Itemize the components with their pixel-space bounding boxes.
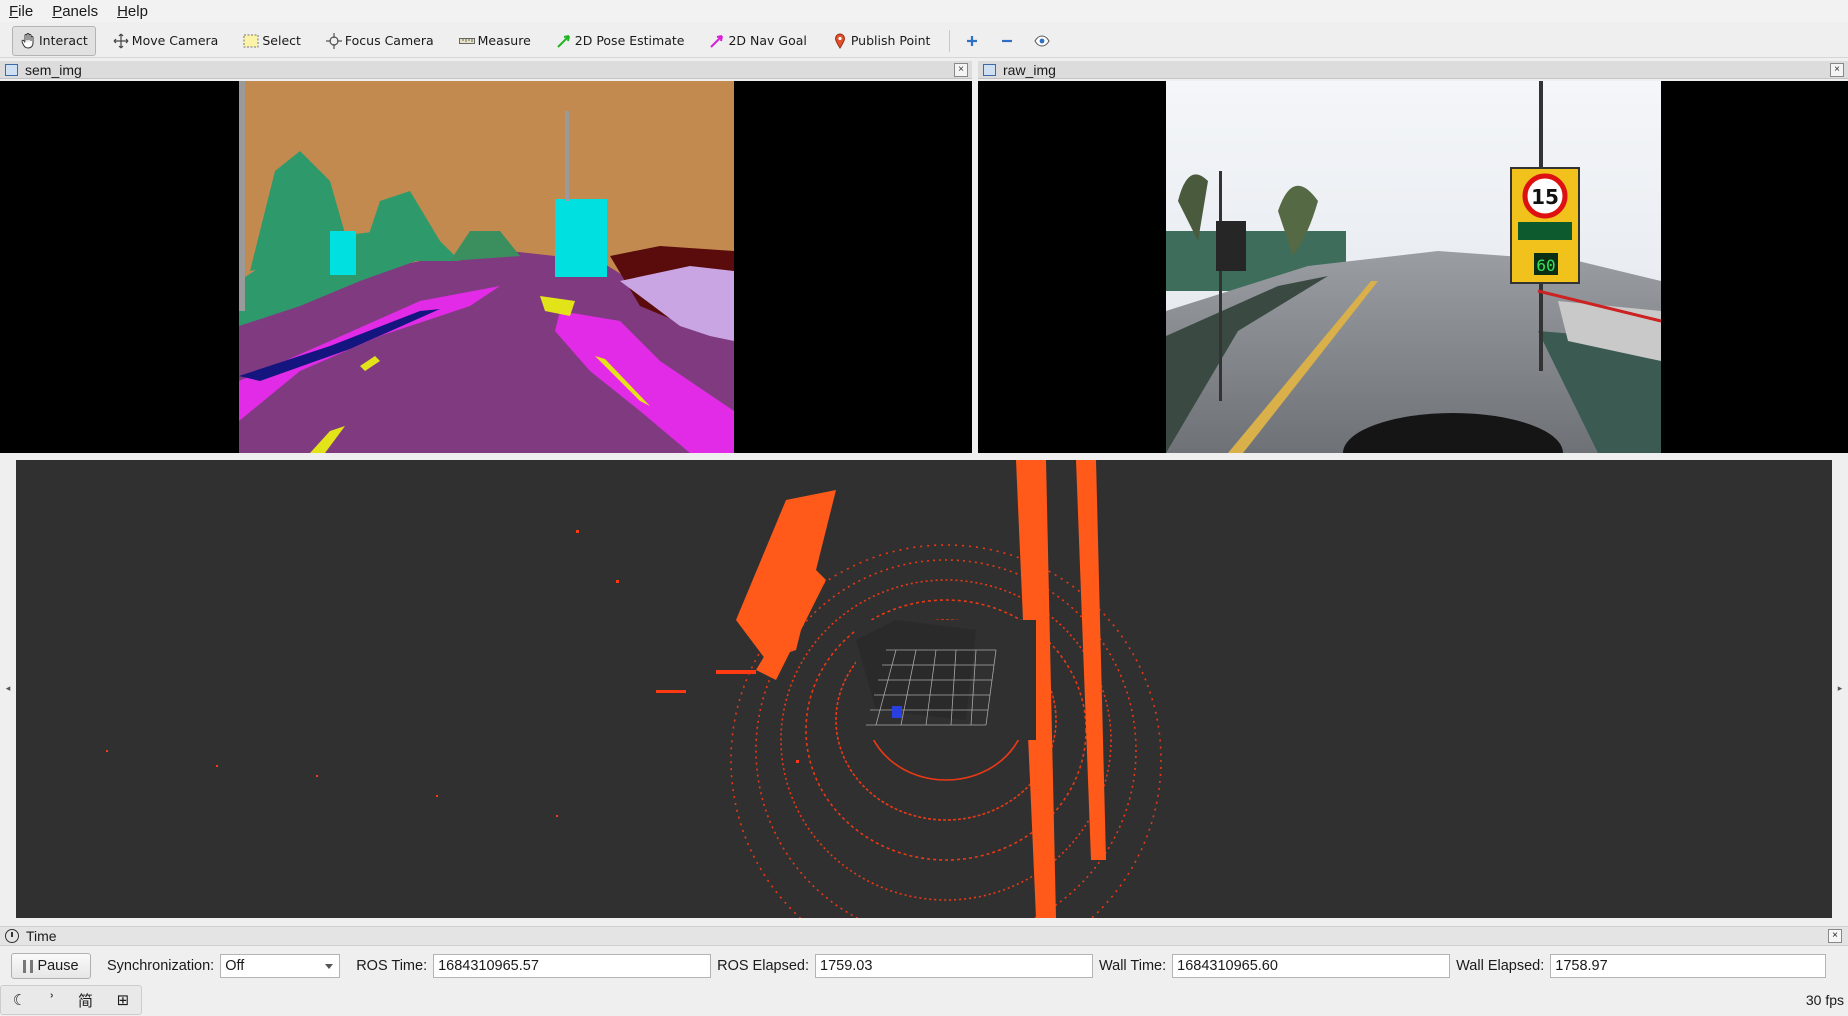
pause-button[interactable]: Pause — [11, 953, 91, 979]
simplified-chinese-icon[interactable]: 简 — [78, 990, 93, 1011]
ros-elapsed-field[interactable]: 1759.03 — [815, 954, 1093, 978]
3d-render-viewport[interactable] — [16, 460, 1832, 918]
time-panel-header: Time × — [0, 926, 1848, 946]
hand-cursor-icon — [20, 32, 36, 49]
tools-toolbar: Interact Move Camera Select Focus Camera… — [0, 24, 1848, 58]
menu-panels-rest: anels — [62, 2, 99, 20]
tool-select[interactable]: Select — [235, 26, 309, 56]
speed-limit-text: 15 — [1531, 185, 1559, 209]
view-toggle-button[interactable] — [1028, 26, 1059, 56]
raw-img-panel-title: raw_img — [1003, 61, 1056, 78]
raw-img-panel-header: raw_img × — [978, 61, 1848, 79]
ros-time-label: ROS Time: — [356, 958, 428, 974]
tool-interact[interactable]: Interact — [12, 25, 96, 56]
input-method-tray: ☾ ʾ 简 ⊞ — [0, 985, 142, 1015]
menu-file-mnemonic: F — [9, 2, 19, 20]
tool-focus-camera-label: Focus Camera — [344, 33, 434, 48]
menu-help-mnemonic: H — [117, 2, 128, 20]
time-panel-title: Time — [26, 928, 57, 944]
fps-counter: 30 fps — [1805, 992, 1844, 1008]
wall-time-value: 1684310965.60 — [1177, 958, 1278, 974]
comma-icon[interactable]: ʾ — [50, 991, 55, 1009]
tool-publish-point[interactable]: Publish Point — [824, 26, 939, 56]
wall-elapsed-value: 1758.97 — [1555, 958, 1608, 974]
image-panel-icon — [983, 63, 996, 76]
tool-move-camera[interactable]: Move Camera — [105, 26, 227, 56]
magenta-arrow-icon — [709, 33, 725, 49]
wall-elapsed-label: Wall Elapsed: — [1456, 958, 1545, 974]
ros-elapsed-value: 1759.03 — [820, 958, 873, 974]
ros-time-value: 1684310965.57 — [438, 958, 539, 974]
time-panel-close-button[interactable]: × — [1828, 929, 1842, 943]
wall-elapsed-field[interactable]: 1758.97 — [1550, 954, 1827, 978]
green-arrow-icon — [556, 33, 572, 49]
sync-select[interactable]: Off — [220, 954, 341, 978]
wall-time-label: Wall Time: — [1099, 958, 1167, 974]
tool-measure-label: Measure — [477, 33, 531, 48]
menu-panels-mnemonic: P — [52, 2, 63, 20]
moon-icon[interactable]: ☾ — [13, 991, 26, 1009]
eye-icon — [1034, 33, 1051, 49]
menu-file-rest: ile — [18, 2, 34, 20]
menu-file[interactable]: File — [6, 3, 36, 20]
pause-icon — [23, 959, 34, 973]
sync-select-value: Off — [225, 958, 245, 974]
ruler-icon — [458, 33, 475, 49]
chevron-down-icon — [325, 964, 334, 969]
remove-tool-button[interactable] — [993, 26, 1024, 56]
raw-img-view: 15 60 — [978, 81, 1848, 453]
sem-img-panel-header: sem_img × — [0, 61, 972, 79]
sem-img-view — [0, 81, 972, 453]
menu-panels[interactable]: Panels — [49, 3, 101, 20]
minus-icon — [999, 33, 1015, 49]
clock-icon — [5, 929, 19, 943]
tool-focus-camera[interactable]: Focus Camera — [318, 26, 442, 56]
focus-camera-icon — [325, 32, 342, 49]
image-panel-icon — [5, 63, 18, 76]
menu-help[interactable]: Help — [114, 3, 151, 20]
sync-label: Synchronization: — [107, 958, 215, 974]
right-dock-handle[interactable]: ▸ — [1833, 460, 1847, 918]
speed-display-text: 60 — [1536, 256, 1555, 275]
ros-time-field[interactable]: 1684310965.57 — [433, 954, 712, 978]
left-dock-handle[interactable]: ◂ — [1, 460, 15, 918]
tool-select-label: Select — [262, 33, 301, 48]
wall-time-field[interactable]: 1684310965.60 — [1172, 954, 1451, 978]
grid-icon[interactable]: ⊞ — [117, 991, 130, 1009]
semantic-segmentation-image — [239, 81, 734, 453]
plus-icon — [964, 33, 980, 49]
ros-elapsed-label: ROS Elapsed: — [717, 958, 809, 974]
tool-2d-nav-goal-label: 2D Nav Goal — [728, 33, 807, 48]
toolbar-separator — [949, 29, 951, 52]
tool-2d-pose-estimate[interactable]: 2D Pose Estimate — [548, 26, 693, 56]
sem-img-close-button[interactable]: × — [954, 63, 968, 77]
point-cloud-render — [106, 460, 1162, 918]
tool-interact-label: Interact — [39, 33, 88, 48]
tool-2d-nav-goal[interactable]: 2D Nav Goal — [701, 26, 814, 56]
sem-img-panel-title: sem_img — [25, 61, 82, 78]
tool-measure[interactable]: Measure — [451, 26, 539, 56]
menu-help-rest: elp — [127, 2, 148, 20]
tool-move-camera-label: Move Camera — [131, 33, 219, 48]
pause-label: Pause — [37, 958, 79, 974]
map-pin-icon — [832, 33, 848, 49]
status-bar: ☾ ʾ 简 ⊞ 30 fps — [0, 984, 1848, 1016]
camera-raw-image: 15 60 — [1166, 81, 1662, 453]
move-camera-icon — [113, 33, 129, 49]
add-tool-button[interactable] — [958, 26, 989, 56]
time-controls: Pause Synchronization: Off ROS Time: 168… — [0, 952, 1848, 980]
select-box-icon — [243, 33, 259, 49]
menu-bar: File Panels Help — [0, 0, 1848, 22]
tool-2d-pose-estimate-label: 2D Pose Estimate — [574, 33, 685, 48]
tool-publish-point-label: Publish Point — [850, 33, 931, 48]
raw-img-close-button[interactable]: × — [1830, 63, 1844, 77]
